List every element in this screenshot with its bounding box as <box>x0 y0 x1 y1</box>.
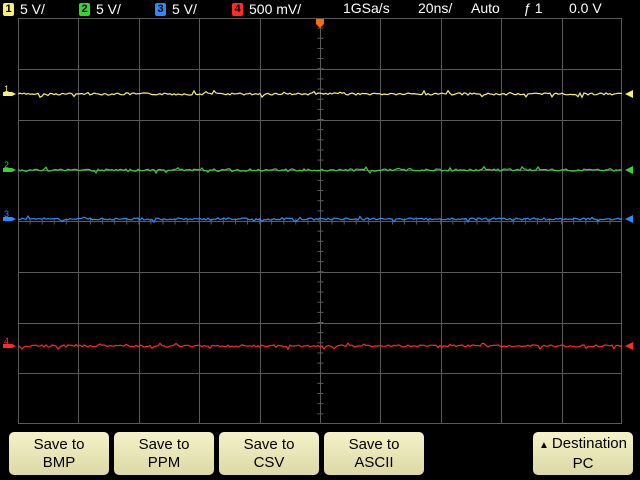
save-to-ppm-line2: PPM <box>147 453 181 471</box>
softkey-bar: Save to BMP Save to PPM Save to CSV Save… <box>0 424 640 480</box>
channel-4-right-marker <box>625 342 633 350</box>
channel-3-right-marker <box>625 215 633 223</box>
save-to-csv-button[interactable]: Save to CSV <box>219 432 319 475</box>
channel-1-scale: 5 V/ <box>20 1 45 17</box>
trigger-edge-icon: ƒ <box>523 0 531 16</box>
save-to-ascii-button[interactable]: Save to ASCII <box>324 432 424 475</box>
channel-4-ground-marker <box>3 344 16 348</box>
sample-rate: 1GSa/s <box>343 0 390 16</box>
channel-4-ground-label: 4 <box>4 336 9 346</box>
channel-2-ground-label: 2 <box>4 160 9 170</box>
save-to-bmp-line2: BMP <box>42 453 76 471</box>
trigger-source[interactable]: ƒ 1 <box>523 0 542 17</box>
destination-line1-wrap: ▲ Destination <box>533 435 633 455</box>
waveform-display[interactable] <box>18 18 622 424</box>
channel-3-indicator[interactable]: 3 5 V/ <box>155 1 197 17</box>
graticule <box>18 18 622 424</box>
save-to-ascii-line1: Save to <box>348 435 400 453</box>
channel-3-ground-label: 3 <box>4 209 9 219</box>
destination-button[interactable]: ▲ Destination PC <box>533 432 633 475</box>
channel-3-badge: 3 <box>155 2 166 16</box>
up-arrow-icon: ▲ <box>539 439 549 451</box>
save-to-csv-line2: CSV <box>253 453 285 471</box>
save-to-ppm-button[interactable]: Save to PPM <box>114 432 214 475</box>
channel-4-scale: 500 mV/ <box>249 1 302 17</box>
channel-2-indicator[interactable]: 2 5 V/ <box>79 1 121 17</box>
channel-2-badge: 2 <box>79 2 90 16</box>
channel-1-ground-marker <box>3 92 16 96</box>
channel-1-indicator[interactable]: 1 5 V/ <box>3 1 45 17</box>
channel-1-ground-label: 1 <box>4 84 9 94</box>
status-bar: 1 5 V/ 2 5 V/ 3 5 V/ 4 500 mV/ 1GSa/s 20… <box>0 0 640 18</box>
trigger-mode[interactable]: Auto <box>471 0 500 17</box>
save-to-ascii-line2: ASCII <box>354 453 394 471</box>
destination-line2: PC <box>572 454 594 472</box>
trigger-level[interactable]: 0.0 V <box>569 0 602 17</box>
channel-1-badge: 1 <box>3 2 14 16</box>
channel-2-scale: 5 V/ <box>96 1 121 17</box>
timebase[interactable]: 20ns/ <box>418 0 452 17</box>
channel-4-badge: 4 <box>232 2 243 16</box>
channel-4-indicator[interactable]: 4 500 mV/ <box>232 1 301 17</box>
trigger-source-label: 1 <box>534 0 543 16</box>
save-to-bmp-line1: Save to <box>33 435 85 453</box>
channel-3-scale: 5 V/ <box>172 1 197 17</box>
save-to-csv-line1: Save to <box>243 435 295 453</box>
channel-2-ground-marker <box>3 168 16 172</box>
save-to-bmp-button[interactable]: Save to BMP <box>9 432 109 475</box>
channel-1-right-marker <box>625 90 633 98</box>
channel-3-ground-marker <box>3 217 16 221</box>
channel-2-right-marker <box>625 166 633 174</box>
destination-line1: Destination <box>551 434 627 452</box>
save-to-ppm-line1: Save to <box>138 435 190 453</box>
